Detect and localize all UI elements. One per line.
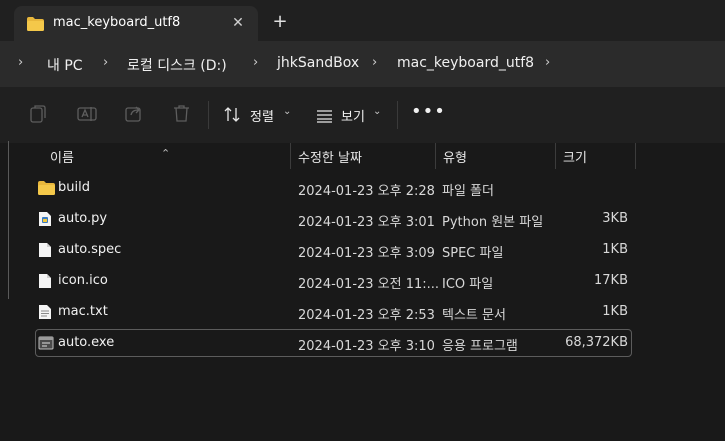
rename-icon[interactable] — [77, 104, 97, 128]
tab-title: mac_keyboard_utf8 — [53, 15, 181, 30]
column-header-name[interactable]: 이름 — [50, 147, 74, 166]
file-date: 2024-01-23 오후 3:10 — [298, 339, 435, 354]
file-row-mac-txt[interactable]: mac.txt 2024-01-23 오후 2:53 텍스트 문서 1KB — [35, 298, 632, 326]
file-date: 2024-01-23 오후 2:28 — [298, 184, 435, 199]
toolbar-divider — [397, 101, 398, 129]
text-file-icon — [38, 304, 52, 324]
file-row-build[interactable]: build 2024-01-23 오후 2:28 파일 폴더 — [35, 174, 632, 202]
file-name: build — [58, 180, 90, 195]
file-date: 2024-01-23 오후 3:09 — [298, 246, 435, 261]
delete-icon[interactable] — [173, 104, 190, 127]
breadcrumb: › 내 PC › 로컬 디스크 (D:) › jhkSandBox › mac_… — [0, 41, 725, 87]
sort-ascending-icon: ⌃ — [161, 147, 171, 160]
chevron-right-icon[interactable]: › — [18, 55, 23, 70]
file-name: icon.ico — [58, 273, 108, 288]
file-size: 3KB — [602, 211, 628, 226]
file-type: 응용 프로그램 — [442, 339, 518, 354]
file-row-auto-py[interactable]: auto.py 2024-01-23 오후 3:01 Python 원본 파일 … — [35, 205, 632, 233]
file-icon — [38, 273, 52, 293]
file-icon — [38, 242, 52, 262]
view-icon[interactable] — [316, 108, 333, 127]
chevron-down-icon: ⌄ — [283, 106, 292, 117]
copy-icon[interactable] — [29, 104, 47, 128]
sort-icon[interactable] — [224, 107, 241, 126]
file-type: ICO 파일 — [442, 277, 494, 292]
file-type: Python 원본 파일 — [442, 215, 544, 230]
sort-button[interactable]: 정렬 — [250, 106, 274, 125]
file-row-auto-exe[interactable]: auto.exe 2024-01-23 오후 3:10 응용 프로그램 68,3… — [35, 329, 632, 357]
chevron-right-icon[interactable]: › — [372, 55, 377, 70]
folder-icon — [27, 16, 44, 35]
more-options-button[interactable]: ••• — [411, 101, 446, 122]
file-name: auto.spec — [58, 242, 122, 257]
command-bar: 정렬 ⌄ 보기 ⌄ ••• — [0, 87, 725, 143]
breadcrumb-item-this-pc[interactable]: 내 PC — [47, 55, 83, 75]
file-size: 68,372KB — [565, 335, 628, 350]
column-divider[interactable] — [290, 143, 291, 169]
file-name: auto.exe — [58, 335, 115, 350]
breadcrumb-item-current-folder[interactable]: mac_keyboard_utf8 — [397, 55, 534, 71]
tab-strip: mac_keyboard_utf8 ✕ + — [0, 0, 725, 41]
share-icon[interactable] — [125, 104, 143, 126]
column-header-size[interactable]: 크기 — [563, 147, 587, 166]
file-name: auto.py — [58, 211, 108, 226]
close-icon[interactable]: ✕ — [227, 12, 249, 34]
column-header-type[interactable]: 유형 — [443, 147, 467, 166]
file-date: 2024-01-23 오후 2:53 — [298, 308, 435, 323]
file-list: ⌃ 이름 수정한 날짜 유형 크기 build 2024-01-23 오후 2:… — [0, 143, 725, 441]
python-file-icon — [38, 211, 52, 231]
file-name: mac.txt — [58, 304, 108, 319]
file-size: 17KB — [594, 273, 628, 288]
chevron-down-icon: ⌄ — [373, 106, 382, 117]
chevron-right-icon[interactable]: › — [103, 55, 108, 70]
column-divider[interactable] — [435, 143, 436, 169]
file-size: 1KB — [602, 304, 628, 319]
chevron-right-icon[interactable]: › — [545, 55, 550, 70]
breadcrumb-item-local-disk[interactable]: 로컬 디스크 (D:) — [127, 55, 227, 75]
file-date: 2024-01-23 오전 11:... — [298, 277, 440, 292]
column-divider[interactable] — [555, 143, 556, 169]
file-type: SPEC 파일 — [442, 246, 504, 261]
file-row-auto-spec[interactable]: auto.spec 2024-01-23 오후 3:09 SPEC 파일 1KB — [35, 236, 632, 264]
navigation-pane-scrollbar[interactable] — [8, 141, 9, 299]
exe-icon — [38, 335, 54, 354]
view-button[interactable]: 보기 — [341, 106, 365, 125]
file-row-icon-ico[interactable]: icon.ico 2024-01-23 오전 11:... ICO 파일 17K… — [35, 267, 632, 295]
file-type: 파일 폴더 — [442, 184, 494, 199]
breadcrumb-item-jhksandbox[interactable]: jhkSandBox — [277, 55, 359, 71]
toolbar-divider — [208, 101, 209, 129]
tab-mac-keyboard[interactable]: mac_keyboard_utf8 ✕ — [14, 6, 258, 41]
new-tab-button[interactable]: + — [268, 10, 292, 34]
folder-icon — [38, 180, 55, 199]
chevron-right-icon[interactable]: › — [253, 55, 258, 70]
column-divider[interactable] — [635, 143, 636, 169]
column-header-row: ⌃ 이름 수정한 날짜 유형 크기 — [0, 143, 725, 169]
file-date: 2024-01-23 오후 3:01 — [298, 215, 435, 230]
file-type: 텍스트 문서 — [442, 308, 506, 323]
column-header-date[interactable]: 수정한 날짜 — [298, 147, 362, 166]
file-size: 1KB — [602, 242, 628, 257]
